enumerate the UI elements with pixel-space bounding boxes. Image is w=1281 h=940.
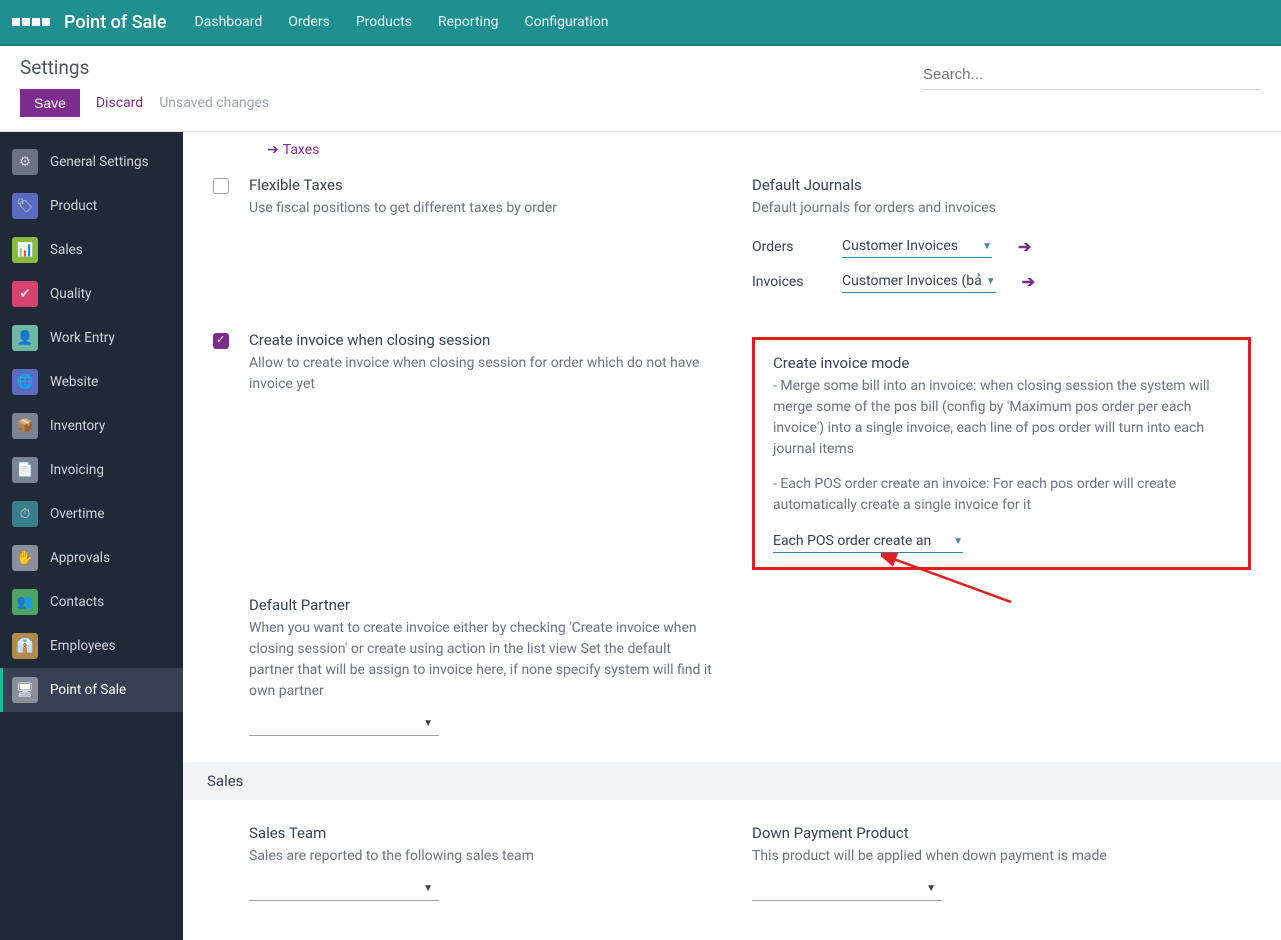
sidebar-item-label: Work Entry — [50, 330, 115, 346]
sidebar-item-label: Inventory — [50, 418, 105, 434]
app-title[interactable]: Point of Sale — [64, 12, 167, 33]
invoices-journal-value: Customer Invoices (bả — [842, 273, 982, 289]
flexible-taxes-desc: Use fiscal positions to get different ta… — [249, 198, 557, 219]
apps-grid-icon[interactable] — [12, 18, 50, 26]
sidebar-item-product[interactable]: 🏷 Product — [0, 184, 183, 228]
sidebar-item-label: Sales — [50, 242, 83, 258]
check-icon: ✔ — [12, 281, 38, 307]
down-payment-desc: This product will be applied when down p… — [752, 846, 1251, 867]
globe-icon: 🌐 — [12, 369, 38, 395]
search-input[interactable] — [921, 60, 1261, 90]
settings-content: ➔ Taxes Flexible Taxes Use fiscal positi… — [183, 132, 1281, 940]
tag-icon: 🏷 — [12, 193, 38, 219]
sidebar-item-label: Point of Sale — [50, 682, 126, 698]
doc-icon: 📄 — [12, 457, 38, 483]
caret-down-icon: ▼ — [423, 883, 433, 894]
sidebar-item-overtime[interactable]: ⏱ Overtime — [0, 492, 183, 536]
invoices-journal-dropdown[interactable]: Customer Invoices (bả ▼ — [842, 270, 996, 293]
control-bar: Settings Save Discard Unsaved changes — [0, 46, 1281, 132]
default-journals-desc: Default journals for orders and invoices — [752, 198, 1251, 219]
sidebar-item-label: Overtime — [50, 506, 105, 522]
caret-down-icon: ▼ — [926, 883, 936, 894]
people-icon: 👥 — [12, 589, 38, 615]
invoice-mode-highlight: Create invoice mode - Merge some bill in… — [752, 337, 1251, 570]
invoice-mode-desc1: - Merge some bill into an invoice: when … — [773, 376, 1230, 460]
invoices-external-link-icon[interactable]: ➔ — [1022, 272, 1035, 291]
page-title: Settings — [20, 56, 269, 79]
orders-label: Orders — [752, 239, 822, 255]
invoice-mode-dropdown[interactable]: Each POS order create an ▼ — [773, 530, 963, 553]
nav-configuration[interactable]: Configuration — [525, 14, 609, 30]
down-payment-title: Down Payment Product — [752, 824, 1251, 842]
down-payment-dropdown[interactable]: ▼ — [752, 877, 942, 901]
sidebar-item-workentry[interactable]: 👤 Work Entry — [0, 316, 183, 360]
nav-dashboard[interactable]: Dashboard — [195, 14, 263, 30]
clock-icon: ⏱ — [12, 501, 38, 527]
nav-orders[interactable]: Orders — [288, 14, 330, 30]
orders-journal-dropdown[interactable]: Customer Invoices ▼ — [842, 235, 992, 258]
pos-icon: 🖥 — [12, 677, 38, 703]
tie-icon: 👔 — [12, 633, 38, 659]
chart-icon: 📊 — [12, 237, 38, 263]
flexible-taxes-title: Flexible Taxes — [249, 176, 557, 194]
create-invoice-checkbox[interactable] — [213, 333, 229, 349]
sales-team-title: Sales Team — [249, 824, 534, 842]
sidebar-item-label: Employees — [50, 638, 116, 654]
sidebar-item-inventory[interactable]: 📦 Inventory — [0, 404, 183, 448]
sidebar-item-contacts[interactable]: 👥 Contacts — [0, 580, 183, 624]
flexible-taxes-checkbox[interactable] — [213, 178, 229, 194]
settings-sidebar: ⚙ General Settings 🏷 Product 📊 Sales ✔ Quali… — [0, 132, 183, 940]
discard-button[interactable]: Discard — [96, 95, 143, 111]
status-text: Unsaved changes — [159, 95, 269, 111]
sidebar-item-sales[interactable]: 📊 Sales — [0, 228, 183, 272]
invoice-mode-value: Each POS order create an — [773, 533, 931, 549]
orders-journal-value: Customer Invoices — [842, 238, 958, 254]
gear-icon: ⚙ — [12, 149, 38, 175]
caret-down-icon: ▼ — [986, 276, 996, 287]
orders-external-link-icon[interactable]: ➔ — [1018, 237, 1031, 256]
sidebar-item-pos[interactable]: 🖥 Point of Sale — [0, 668, 183, 712]
sidebar-item-label: Contacts — [50, 594, 104, 610]
create-invoice-title: Create invoice when closing session — [249, 331, 712, 349]
invoice-mode-desc2: - Each POS order create an invoice: For … — [773, 474, 1230, 516]
arrow-right-icon: ➔ — [267, 142, 279, 158]
sidebar-item-label: Approvals — [50, 550, 110, 566]
sales-team-dropdown[interactable]: ▼ — [249, 877, 439, 901]
sidebar-item-quality[interactable]: ✔ Quality — [0, 272, 183, 316]
default-partner-desc: When you want to create invoice either b… — [249, 618, 712, 702]
taxes-link-label: Taxes — [283, 142, 320, 158]
sidebar-item-label: Quality — [50, 286, 91, 302]
caret-down-icon: ▼ — [982, 241, 992, 252]
sidebar-item-approvals[interactable]: ✋ Approvals — [0, 536, 183, 580]
sidebar-item-label: Invoicing — [50, 462, 104, 478]
nav-products[interactable]: Products — [356, 14, 412, 30]
sidebar-item-website[interactable]: 🌐 Website — [0, 360, 183, 404]
hand-icon: ✋ — [12, 545, 38, 571]
box-icon: 📦 — [12, 413, 38, 439]
user-icon: 👤 — [12, 325, 38, 351]
taxes-link[interactable]: ➔ Taxes — [267, 142, 319, 158]
save-button[interactable]: Save — [20, 89, 80, 117]
sidebar-item-employees[interactable]: 👔 Employees — [0, 624, 183, 668]
top-navbar: Point of Sale Dashboard Orders Products … — [0, 0, 1281, 46]
sidebar-item-label: Product — [50, 198, 97, 214]
default-partner-dropdown[interactable]: ▼ — [249, 712, 439, 736]
default-partner-title: Default Partner — [249, 596, 712, 614]
sales-team-desc: Sales are reported to the following sale… — [249, 846, 534, 867]
invoices-label: Invoices — [752, 274, 822, 290]
sidebar-item-label: Website — [50, 374, 98, 390]
nav-reporting[interactable]: Reporting — [438, 14, 499, 30]
default-journals-title: Default Journals — [752, 176, 1251, 194]
create-invoice-desc: Allow to create invoice when closing ses… — [249, 353, 712, 395]
sidebar-item-invoicing[interactable]: 📄 Invoicing — [0, 448, 183, 492]
caret-down-icon: ▼ — [423, 718, 433, 729]
sales-section-header: Sales — [183, 762, 1281, 800]
invoice-mode-title: Create invoice mode — [773, 354, 1230, 372]
sidebar-item-general[interactable]: ⚙ General Settings — [0, 140, 183, 184]
caret-down-icon: ▼ — [953, 536, 963, 547]
sidebar-item-label: General Settings — [50, 154, 149, 170]
